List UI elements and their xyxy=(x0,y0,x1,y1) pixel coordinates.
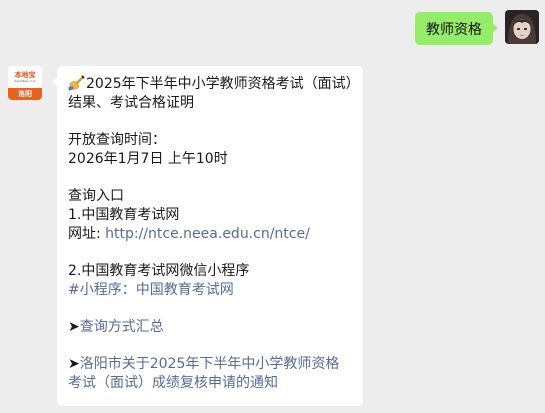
entry-label: 查询入口 xyxy=(68,188,124,204)
query-methods-link[interactable]: 查询方式汇总 xyxy=(80,319,164,335)
open-time-value: 2026年1月7日 上午10时 xyxy=(68,151,228,167)
message-title: 2025年下半年中小学教师资格考试（面试）结果、考试合格证明 xyxy=(68,76,353,111)
user-message-bubble[interactable]: 教师资格 xyxy=(415,12,498,45)
review-notice-line: ➤洛阳市关于2025年下半年中小学教师资格考试（面试）成绩复核申请的通知 xyxy=(68,355,353,393)
arrow-icon: ➤ xyxy=(68,356,80,372)
bot-avatar-brand-url: bendibao.com xyxy=(14,79,36,83)
bot-message-bubble[interactable]: 2025年下半年中小学教师资格考试（面试）结果、考试合格证明 开放查询时间： 2… xyxy=(52,66,363,406)
user-avatar-image xyxy=(505,10,539,44)
bot-avatar-brand: 本地宝 xyxy=(14,71,36,79)
entry1-name: 1.中国教育考试网 xyxy=(68,207,180,223)
bot-avatar-logo: 本地宝 bendibao.com xyxy=(8,66,42,88)
entry2-name: 2.中国教育考试网微信小程序 xyxy=(68,263,250,279)
entry1-url-line: 网址: http://ntce.neea.edu.cn/ntce/ xyxy=(68,225,353,244)
query-methods-line: ➤查询方式汇总 xyxy=(68,318,353,337)
arrow-icon: ➤ xyxy=(68,319,80,335)
bot-avatar-city: 洛阳 xyxy=(8,88,42,100)
entry1-url-link[interactable]: http://ntce.neea.edu.cn/ntce/ xyxy=(105,226,310,242)
entry1-url-prefix: 网址: xyxy=(68,226,106,242)
bot-avatar[interactable]: 本地宝 bendibao.com 洛阳 xyxy=(8,66,42,100)
writing-hand-icon xyxy=(68,75,85,91)
open-time-label: 开放查询时间： xyxy=(68,132,166,148)
review-notice-link[interactable]: 洛阳市关于2025年下半年中小学教师资格考试（面试）成绩复核申请的通知 xyxy=(68,356,339,391)
message-title-line: 2025年下半年中小学教师资格考试（面试）结果、考试合格证明 xyxy=(68,74,353,113)
mini-program-link[interactable]: #小程序：中国教育考试网 xyxy=(68,281,353,300)
user-message-text: 教师资格 xyxy=(426,21,482,38)
user-avatar[interactable] xyxy=(505,10,539,44)
